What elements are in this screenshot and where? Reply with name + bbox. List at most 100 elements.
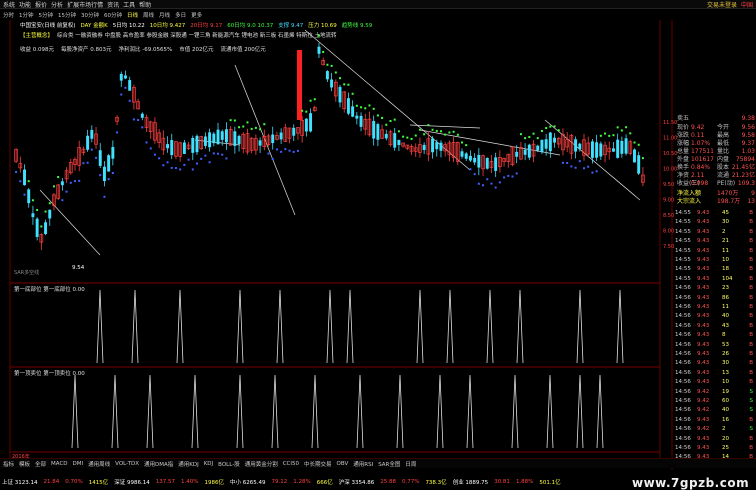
candle-body	[90, 129, 94, 139]
sar-dot	[494, 186, 497, 189]
index-status-item: 深证 9986.14	[114, 480, 150, 486]
sar-dot	[61, 199, 64, 202]
indicator-tab[interactable]: DMI	[73, 461, 84, 467]
index-status-item: 创业 1889.75	[452, 480, 489, 486]
tick-price: 9.43	[697, 304, 710, 310]
quote-row: 换手 0.84% 股本 21.45亿	[677, 164, 755, 172]
sar-dot	[604, 132, 607, 135]
sar-dot	[469, 168, 472, 171]
candle-body	[460, 151, 464, 157]
indicator-tab[interactable]: 模板	[19, 460, 30, 468]
indicator-tab[interactable]: KDJ	[204, 461, 213, 467]
flow-count: 13	[747, 198, 755, 205]
candlesticks	[14, 42, 645, 250]
indicator-tab[interactable]: VOL-TDX	[115, 461, 139, 467]
sar-dot	[48, 202, 51, 205]
indicator-tab[interactable]: 通用黄金分割	[245, 460, 278, 468]
candle-body	[325, 71, 329, 80]
candle-body	[233, 131, 237, 146]
sar-dot	[620, 129, 623, 132]
sar-dot	[292, 150, 295, 153]
tick-row: 14:56 9.43 8 B	[675, 331, 755, 341]
tick-volume: 10	[722, 379, 729, 386]
tick-time: 14:56	[675, 360, 691, 367]
quote-label-2: 内盘	[717, 156, 730, 163]
signal-spike	[346, 289, 354, 364]
candle-body	[494, 157, 498, 171]
sar-dot	[591, 171, 594, 174]
quote-value: 0.84%	[691, 164, 711, 171]
tick-row: 14:56 9.42 60 S	[675, 397, 755, 407]
tick-direction: B	[749, 369, 753, 376]
tick-direction: B	[749, 304, 753, 310]
tick-price: 9.43	[697, 294, 710, 301]
candle-body	[48, 209, 52, 219]
tick-direction: B	[749, 360, 753, 367]
index-status-item: 501.1亿	[539, 480, 561, 486]
candle-body	[477, 154, 481, 168]
indicator-tab[interactable]: BOLL-股	[218, 460, 240, 468]
sar-dot	[99, 174, 102, 177]
tick-time: 14:55	[675, 238, 691, 245]
tick-price: 9.43	[697, 228, 710, 235]
sar-dot	[179, 168, 182, 171]
indicator-tab[interactable]: 指标	[3, 460, 14, 468]
candle-body	[574, 139, 578, 152]
candle-body	[102, 166, 106, 182]
sub2-spikes	[71, 374, 604, 449]
quote-value: 9.42	[691, 124, 705, 131]
indicator-tab[interactable]: 通用周线	[88, 460, 110, 468]
sar-dot	[280, 150, 283, 153]
quote-value-2: 21.45亿	[731, 164, 755, 171]
quote-value: 101617	[691, 156, 714, 163]
tick-price: 9.43	[697, 351, 710, 357]
sar-dot	[549, 125, 552, 128]
indicator-tab[interactable]: 中长期交易	[304, 460, 332, 468]
indicator-tab[interactable]: OBV	[337, 461, 349, 467]
tick-price: 9.43	[697, 341, 710, 348]
index-status-item: 137.57	[155, 479, 175, 485]
candle-body	[351, 106, 355, 117]
sar-dot	[511, 175, 514, 178]
indicator-tab[interactable]: MACD	[51, 461, 68, 467]
sar-dot	[263, 123, 266, 126]
sar-dot	[57, 176, 60, 179]
index-status-item: 738.3亿	[425, 480, 447, 486]
candle-body	[338, 86, 342, 103]
indicator-tab[interactable]: 通用RSI	[353, 460, 373, 468]
sar-dot	[95, 156, 98, 159]
tick-row: 14:56 9.43 40 B	[675, 312, 755, 322]
tick-volume: 104	[722, 275, 733, 282]
tick-time: 14:56	[675, 407, 691, 414]
signal-spike	[596, 374, 604, 449]
quote-label-2: PE(动)	[717, 180, 736, 187]
candle-body	[191, 137, 195, 153]
candle-body	[359, 115, 363, 127]
sar-dot	[254, 126, 257, 129]
candle-body	[271, 134, 275, 144]
kline-chart-area[interactable]: 11.5011.0010.5010.009.509.008.508.007.50	[0, 0, 756, 487]
tick-row: 14:56 9.43 23 B	[675, 284, 755, 294]
flow-label: 大宗流入	[677, 198, 702, 205]
tick-time: 14:56	[675, 341, 691, 348]
indicator-tab[interactable]: 通用DMA指	[144, 460, 173, 468]
quote-value: 177511	[691, 148, 714, 155]
candle-body	[304, 118, 308, 132]
candle-body	[372, 121, 376, 139]
tick-time: 14:56	[675, 332, 691, 339]
indicator-tab[interactable]: SAR全图	[378, 460, 400, 468]
indicator-tab[interactable]: 日周	[405, 460, 416, 468]
sar-dot	[536, 137, 539, 140]
tick-volume: 86	[722, 294, 729, 301]
signal-spike	[416, 289, 424, 364]
ask5-row[interactable]: 卖五 9.38	[677, 115, 755, 123]
indicator-tab[interactable]: 全部	[35, 460, 46, 468]
sar-dot	[15, 170, 18, 173]
tick-volume: 25	[722, 445, 729, 451]
quote-label: 涨跌	[677, 132, 690, 139]
tick-row: 14:56 9.42 19 S	[675, 388, 755, 398]
tick-volume: 21	[722, 238, 729, 245]
tick-volume: 30	[722, 219, 729, 226]
indicator-tab[interactable]: 通用KDJ	[178, 460, 198, 468]
indicator-tab[interactable]: CCI50	[283, 461, 299, 467]
